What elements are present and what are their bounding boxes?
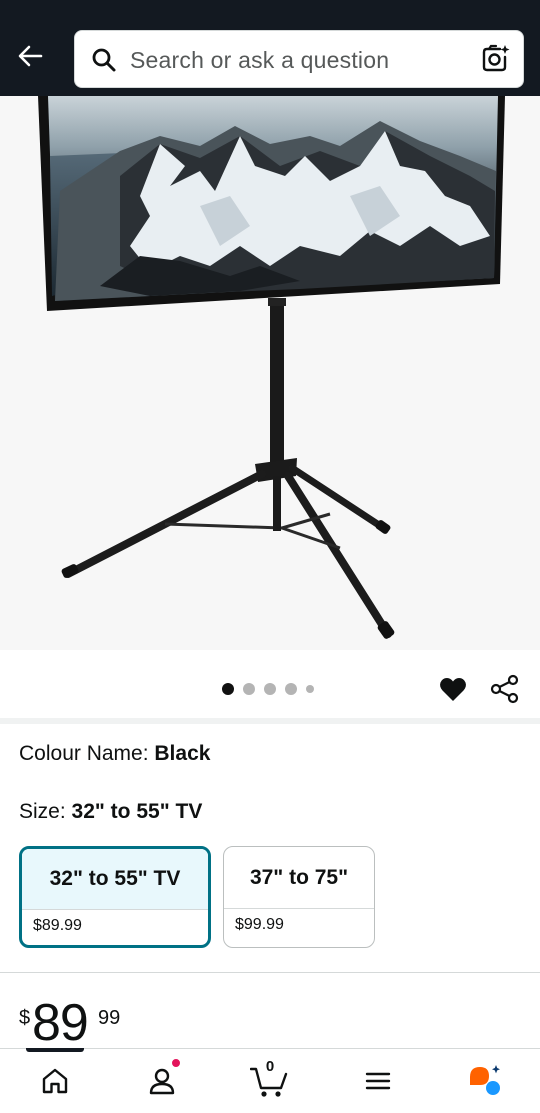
- nav-rufus[interactable]: [467, 1063, 503, 1099]
- nav-menu[interactable]: [360, 1063, 396, 1099]
- section-divider: [0, 972, 540, 973]
- section-divider: [0, 718, 540, 724]
- product-image[interactable]: [0, 96, 540, 650]
- size-option-price: $89.99: [33, 917, 82, 934]
- share-button[interactable]: [490, 674, 520, 704]
- notification-dot: [171, 1058, 181, 1068]
- colour-label: Colour Name:: [19, 742, 155, 765]
- nav-home[interactable]: [37, 1063, 73, 1099]
- back-arrow-icon: [18, 45, 43, 67]
- tv-stand-image: [38, 96, 505, 639]
- size-label: Size:: [19, 800, 72, 823]
- account-icon: [149, 1068, 175, 1095]
- price-whole: 89: [32, 994, 89, 1052]
- camera-search-icon[interactable]: [479, 43, 511, 75]
- cart-count: 0: [265, 1058, 275, 1075]
- size-option-name: 37" to 75": [224, 847, 374, 909]
- search-input[interactable]: Search or ask a question: [130, 47, 389, 74]
- nav-cart[interactable]: 0: [250, 1058, 290, 1099]
- size-option-37-75[interactable]: 37" to 75" $99.99: [223, 846, 375, 948]
- menu-icon: [365, 1072, 391, 1090]
- colour-value: Black: [154, 742, 211, 765]
- size-option-name: 32" to 55" TV: [22, 849, 208, 910]
- colour-name-row: Colour Name: Black: [19, 742, 210, 766]
- product-page: Search or ask a question Colour Name: Bl…: [0, 0, 540, 1113]
- price-currency: $: [19, 1007, 31, 1029]
- nav-account[interactable]: [144, 1063, 180, 1099]
- top-bar: Search or ask a question: [0, 0, 540, 96]
- carousel-dots[interactable]: [222, 683, 314, 695]
- home-icon: [42, 1068, 68, 1094]
- search-icon: [92, 48, 116, 72]
- heart-icon: [440, 678, 466, 701]
- bottom-navigation: 0: [0, 1048, 540, 1113]
- size-row: Size: 32" to 55" TV: [19, 800, 202, 824]
- carousel-dot[interactable]: [243, 683, 255, 695]
- wishlist-button[interactable]: [438, 674, 468, 704]
- size-option-32-55[interactable]: 32" to 55" TV $89.99: [19, 846, 211, 948]
- search-bar[interactable]: Search or ask a question: [74, 30, 524, 88]
- back-button[interactable]: [12, 38, 48, 74]
- size-option-price: $99.99: [235, 916, 284, 933]
- carousel-dot[interactable]: [306, 685, 314, 693]
- size-value: 32" to 55" TV: [71, 800, 203, 823]
- image-carousel-controls: [0, 650, 540, 718]
- share-icon: [490, 674, 519, 704]
- price-fraction: 99: [98, 1007, 121, 1029]
- carousel-dot[interactable]: [285, 683, 297, 695]
- carousel-dot[interactable]: [222, 683, 234, 695]
- rufus-icon: [470, 1065, 500, 1095]
- active-tab-indicator: [26, 1048, 84, 1052]
- carousel-dot[interactable]: [264, 683, 276, 695]
